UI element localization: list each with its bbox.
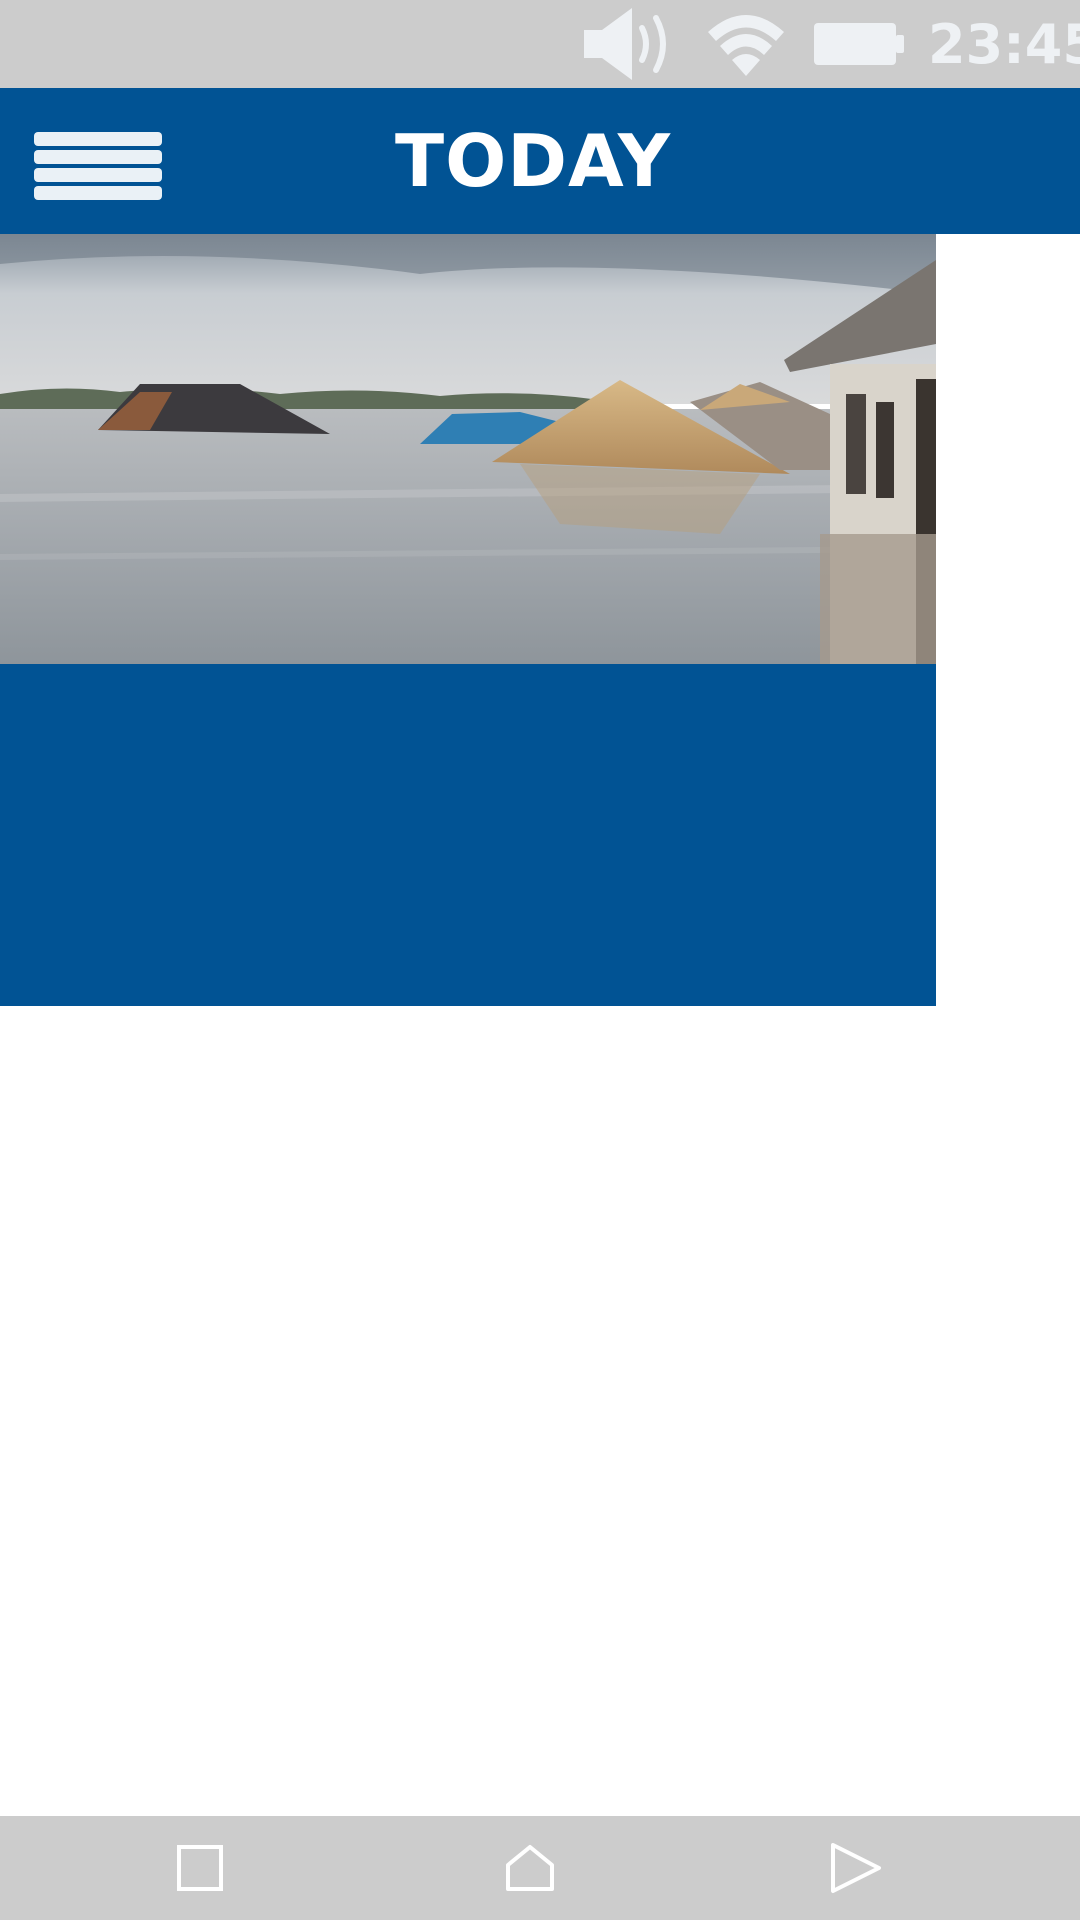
menu-line: [34, 150, 162, 164]
home-icon[interactable]: [470, 1816, 590, 1920]
app-bar: TODAY: [0, 88, 1080, 234]
flooded-houses-photo: [0, 234, 936, 664]
story-card[interactable]: [0, 234, 936, 1006]
menu-line: [34, 168, 162, 182]
speaker-icon: [580, 0, 680, 88]
recents-square-icon[interactable]: [140, 1816, 260, 1920]
menu-line: [34, 186, 162, 200]
status-bar: 23:45: [0, 0, 1080, 88]
hamburger-menu-icon[interactable]: [32, 118, 164, 204]
menu-line: [34, 132, 162, 146]
status-time: 23:45: [928, 12, 1080, 76]
story-panel: [0, 664, 936, 1006]
navigation-bar: [0, 1816, 1080, 1920]
battery-icon: [812, 0, 906, 88]
back-triangle-icon[interactable]: [796, 1816, 916, 1920]
wifi-icon: [706, 0, 786, 88]
